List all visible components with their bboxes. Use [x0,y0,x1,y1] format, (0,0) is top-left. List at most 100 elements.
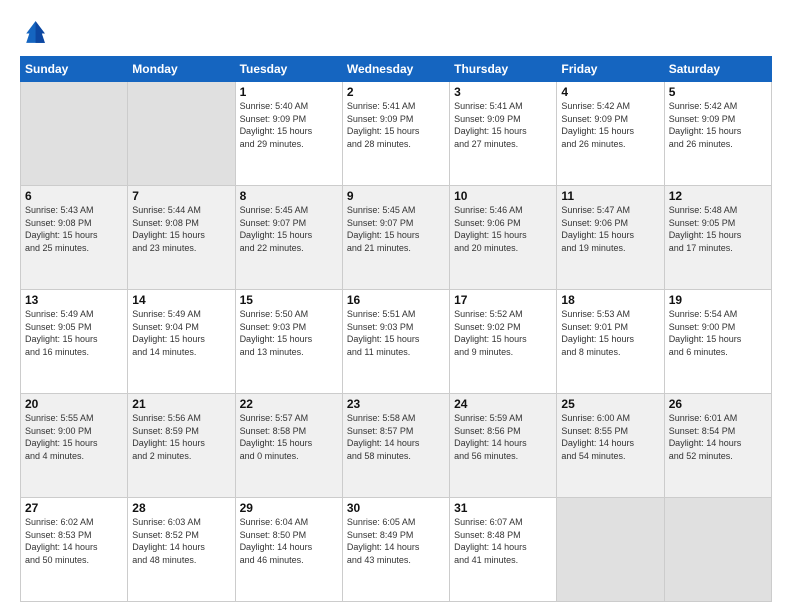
day-info: Sunrise: 6:01 AM Sunset: 8:54 PM Dayligh… [669,412,767,462]
day-number: 5 [669,85,767,99]
weekday-header-tuesday: Tuesday [235,57,342,82]
day-number: 11 [561,189,659,203]
calendar-cell: 16Sunrise: 5:51 AM Sunset: 9:03 PM Dayli… [342,290,449,394]
calendar-cell: 25Sunrise: 6:00 AM Sunset: 8:55 PM Dayli… [557,394,664,498]
calendar-table: SundayMondayTuesdayWednesdayThursdayFrid… [20,56,772,602]
weekday-header-wednesday: Wednesday [342,57,449,82]
calendar-cell: 4Sunrise: 5:42 AM Sunset: 9:09 PM Daylig… [557,82,664,186]
day-number: 10 [454,189,552,203]
day-info: Sunrise: 6:07 AM Sunset: 8:48 PM Dayligh… [454,516,552,566]
day-number: 28 [132,501,230,515]
calendar-cell [557,498,664,602]
day-info: Sunrise: 5:48 AM Sunset: 9:05 PM Dayligh… [669,204,767,254]
calendar-cell: 2Sunrise: 5:41 AM Sunset: 9:09 PM Daylig… [342,82,449,186]
calendar-cell: 29Sunrise: 6:04 AM Sunset: 8:50 PM Dayli… [235,498,342,602]
week-row-2: 6Sunrise: 5:43 AM Sunset: 9:08 PM Daylig… [21,186,772,290]
day-number: 12 [669,189,767,203]
calendar-cell: 9Sunrise: 5:45 AM Sunset: 9:07 PM Daylig… [342,186,449,290]
day-number: 15 [240,293,338,307]
day-number: 16 [347,293,445,307]
day-number: 21 [132,397,230,411]
day-number: 13 [25,293,123,307]
day-info: Sunrise: 5:59 AM Sunset: 8:56 PM Dayligh… [454,412,552,462]
day-number: 17 [454,293,552,307]
calendar-cell: 8Sunrise: 5:45 AM Sunset: 9:07 PM Daylig… [235,186,342,290]
day-number: 7 [132,189,230,203]
calendar-cell: 18Sunrise: 5:53 AM Sunset: 9:01 PM Dayli… [557,290,664,394]
day-number: 14 [132,293,230,307]
calendar-cell [21,82,128,186]
day-info: Sunrise: 5:45 AM Sunset: 9:07 PM Dayligh… [347,204,445,254]
day-info: Sunrise: 5:41 AM Sunset: 9:09 PM Dayligh… [454,100,552,150]
day-info: Sunrise: 5:58 AM Sunset: 8:57 PM Dayligh… [347,412,445,462]
day-info: Sunrise: 6:00 AM Sunset: 8:55 PM Dayligh… [561,412,659,462]
calendar-cell: 23Sunrise: 5:58 AM Sunset: 8:57 PM Dayli… [342,394,449,498]
day-number: 18 [561,293,659,307]
day-info: Sunrise: 5:54 AM Sunset: 9:00 PM Dayligh… [669,308,767,358]
day-info: Sunrise: 5:52 AM Sunset: 9:02 PM Dayligh… [454,308,552,358]
calendar-cell: 24Sunrise: 5:59 AM Sunset: 8:56 PM Dayli… [450,394,557,498]
day-number: 24 [454,397,552,411]
day-info: Sunrise: 5:49 AM Sunset: 9:04 PM Dayligh… [132,308,230,358]
calendar-cell: 20Sunrise: 5:55 AM Sunset: 9:00 PM Dayli… [21,394,128,498]
day-info: Sunrise: 5:42 AM Sunset: 9:09 PM Dayligh… [561,100,659,150]
day-number: 29 [240,501,338,515]
day-info: Sunrise: 6:05 AM Sunset: 8:49 PM Dayligh… [347,516,445,566]
calendar-cell: 10Sunrise: 5:46 AM Sunset: 9:06 PM Dayli… [450,186,557,290]
day-number: 9 [347,189,445,203]
day-number: 4 [561,85,659,99]
calendar-cell: 21Sunrise: 5:56 AM Sunset: 8:59 PM Dayli… [128,394,235,498]
day-info: Sunrise: 6:04 AM Sunset: 8:50 PM Dayligh… [240,516,338,566]
calendar-cell: 26Sunrise: 6:01 AM Sunset: 8:54 PM Dayli… [664,394,771,498]
day-info: Sunrise: 5:47 AM Sunset: 9:06 PM Dayligh… [561,204,659,254]
logo-icon [20,18,48,46]
calendar-cell: 27Sunrise: 6:02 AM Sunset: 8:53 PM Dayli… [21,498,128,602]
day-number: 30 [347,501,445,515]
day-number: 31 [454,501,552,515]
calendar-cell: 31Sunrise: 6:07 AM Sunset: 8:48 PM Dayli… [450,498,557,602]
logo [20,18,52,46]
day-info: Sunrise: 5:44 AM Sunset: 9:08 PM Dayligh… [132,204,230,254]
day-number: 2 [347,85,445,99]
calendar-cell: 14Sunrise: 5:49 AM Sunset: 9:04 PM Dayli… [128,290,235,394]
day-number: 3 [454,85,552,99]
day-info: Sunrise: 5:41 AM Sunset: 9:09 PM Dayligh… [347,100,445,150]
day-info: Sunrise: 5:50 AM Sunset: 9:03 PM Dayligh… [240,308,338,358]
day-number: 6 [25,189,123,203]
day-info: Sunrise: 5:51 AM Sunset: 9:03 PM Dayligh… [347,308,445,358]
day-info: Sunrise: 6:02 AM Sunset: 8:53 PM Dayligh… [25,516,123,566]
weekday-header-thursday: Thursday [450,57,557,82]
day-number: 27 [25,501,123,515]
day-number: 20 [25,397,123,411]
calendar-cell: 6Sunrise: 5:43 AM Sunset: 9:08 PM Daylig… [21,186,128,290]
day-info: Sunrise: 5:42 AM Sunset: 9:09 PM Dayligh… [669,100,767,150]
weekday-header-sunday: Sunday [21,57,128,82]
week-row-1: 1Sunrise: 5:40 AM Sunset: 9:09 PM Daylig… [21,82,772,186]
page: SundayMondayTuesdayWednesdayThursdayFrid… [0,0,792,612]
day-number: 25 [561,397,659,411]
calendar-cell [128,82,235,186]
weekday-header-saturday: Saturday [664,57,771,82]
week-row-5: 27Sunrise: 6:02 AM Sunset: 8:53 PM Dayli… [21,498,772,602]
day-info: Sunrise: 5:56 AM Sunset: 8:59 PM Dayligh… [132,412,230,462]
calendar-cell: 15Sunrise: 5:50 AM Sunset: 9:03 PM Dayli… [235,290,342,394]
day-info: Sunrise: 5:43 AM Sunset: 9:08 PM Dayligh… [25,204,123,254]
week-row-4: 20Sunrise: 5:55 AM Sunset: 9:00 PM Dayli… [21,394,772,498]
day-info: Sunrise: 5:55 AM Sunset: 9:00 PM Dayligh… [25,412,123,462]
day-number: 1 [240,85,338,99]
calendar-cell: 1Sunrise: 5:40 AM Sunset: 9:09 PM Daylig… [235,82,342,186]
day-info: Sunrise: 5:45 AM Sunset: 9:07 PM Dayligh… [240,204,338,254]
day-number: 19 [669,293,767,307]
day-info: Sunrise: 6:03 AM Sunset: 8:52 PM Dayligh… [132,516,230,566]
day-number: 26 [669,397,767,411]
day-info: Sunrise: 5:57 AM Sunset: 8:58 PM Dayligh… [240,412,338,462]
calendar-cell: 5Sunrise: 5:42 AM Sunset: 9:09 PM Daylig… [664,82,771,186]
day-number: 22 [240,397,338,411]
day-info: Sunrise: 5:53 AM Sunset: 9:01 PM Dayligh… [561,308,659,358]
calendar-cell [664,498,771,602]
header [20,18,772,46]
weekday-header-row: SundayMondayTuesdayWednesdayThursdayFrid… [21,57,772,82]
calendar-cell: 22Sunrise: 5:57 AM Sunset: 8:58 PM Dayli… [235,394,342,498]
calendar-cell: 12Sunrise: 5:48 AM Sunset: 9:05 PM Dayli… [664,186,771,290]
calendar-cell: 7Sunrise: 5:44 AM Sunset: 9:08 PM Daylig… [128,186,235,290]
